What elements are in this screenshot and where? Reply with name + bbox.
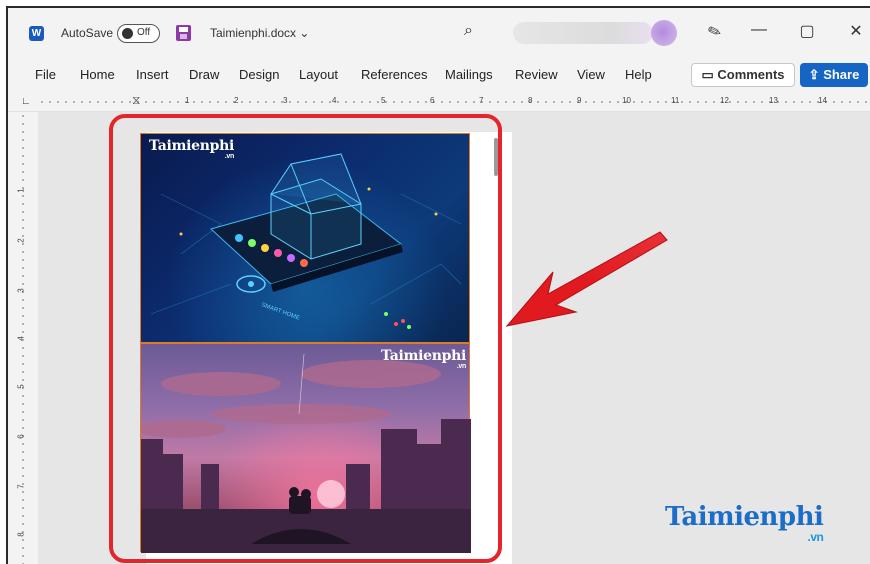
ruler-number: 8 <box>528 96 533 105</box>
ruler-number: 5 <box>381 96 386 105</box>
ruler-number: 12 <box>720 96 729 105</box>
document-name-text: Taimienphi.docx <box>210 26 297 40</box>
minimize-button[interactable]: — <box>744 21 774 39</box>
tab-review[interactable]: Review <box>515 67 558 82</box>
toggle-knob <box>122 28 133 39</box>
ruler-number: 10 <box>622 96 631 105</box>
tab-home[interactable]: Home <box>80 67 115 82</box>
tab-insert[interactable]: Insert <box>136 67 169 82</box>
ruler-number: 4 <box>332 96 337 105</box>
designer-pen-icon[interactable]: ✎ <box>705 20 724 43</box>
tab-help[interactable]: Help <box>625 67 652 82</box>
ruler-number: 2 <box>234 96 239 105</box>
chevron-down-icon: ⌄ <box>299 26 310 40</box>
vruler-number: 1 <box>16 188 26 193</box>
tab-layout[interactable]: Layout <box>299 67 338 82</box>
vruler-number: 7 <box>16 484 26 489</box>
avatar[interactable] <box>651 20 677 46</box>
close-button[interactable]: ✕ <box>841 21 870 41</box>
save-icon[interactable] <box>176 25 191 41</box>
vruler-number: 3 <box>16 288 26 293</box>
ruler-number: 14 <box>818 96 827 105</box>
tab-file[interactable]: File <box>35 67 56 82</box>
title-bar: W AutoSave Off Taimienphi.docx ⌄ ⌕ ✎ — ▢… <box>8 8 870 56</box>
vruler-number: 6 <box>16 434 26 439</box>
tab-view[interactable]: View <box>577 67 605 82</box>
logo-suffix: .vn <box>807 530 824 544</box>
ruler-number: 3 <box>283 96 288 105</box>
autosave-label: AutoSave <box>61 26 114 40</box>
vruler-number: 5 <box>16 384 26 389</box>
logo-text: Taimienphi <box>665 502 824 532</box>
ruler-number: 9 <box>577 96 582 105</box>
tab-stop-selector[interactable]: ∟ <box>21 96 31 107</box>
autosave-toggle[interactable]: Off <box>117 24 160 43</box>
vruler-number: 8 <box>16 532 26 537</box>
indent-marker-icon[interactable]: ⧖ <box>132 93 140 108</box>
ruler-number: 6 <box>430 96 435 105</box>
autosave-state: Off <box>137 27 151 38</box>
search-icon[interactable]: ⌕ <box>464 22 473 40</box>
tab-mailings[interactable]: Mailings <box>445 67 493 82</box>
share-label: Share <box>823 67 860 82</box>
share-button[interactable]: ⇪ Share <box>800 63 868 87</box>
tab-design[interactable]: Design <box>239 67 279 82</box>
vruler-number: 4 <box>16 336 26 341</box>
document-name[interactable]: Taimienphi.docx ⌄ <box>210 26 309 40</box>
comments-button[interactable]: ▭ Comments <box>691 63 795 87</box>
word-app-icon[interactable]: W <box>29 26 44 41</box>
tab-draw[interactable]: Draw <box>189 67 219 82</box>
comment-icon: ▭ <box>701 67 714 82</box>
ruler-ticks <box>38 101 868 103</box>
ruler-number: 11 <box>671 96 680 105</box>
horizontal-ruler[interactable]: ∟ ⧖ 1 2 3 4 5 6 7 8 9 10 11 12 13 14 <box>8 92 870 112</box>
maximize-button[interactable]: ▢ <box>792 21 822 41</box>
vertical-ruler[interactable]: 1 2 3 4 5 6 7 8 <box>8 112 38 564</box>
vruler-number: 2 <box>16 238 26 243</box>
search-box-blurred[interactable] <box>513 22 653 44</box>
tab-references[interactable]: References <box>361 67 427 82</box>
share-icon: ⇪ <box>808 67 820 82</box>
ruler-number: 13 <box>769 96 778 105</box>
selection-highlight <box>109 114 502 563</box>
comments-label: Comments <box>717 67 785 82</box>
taimienphi-logo: Taimienphi .vn <box>665 502 824 544</box>
ruler-number: 1 <box>185 96 190 105</box>
ruler-number: 7 <box>479 96 484 105</box>
